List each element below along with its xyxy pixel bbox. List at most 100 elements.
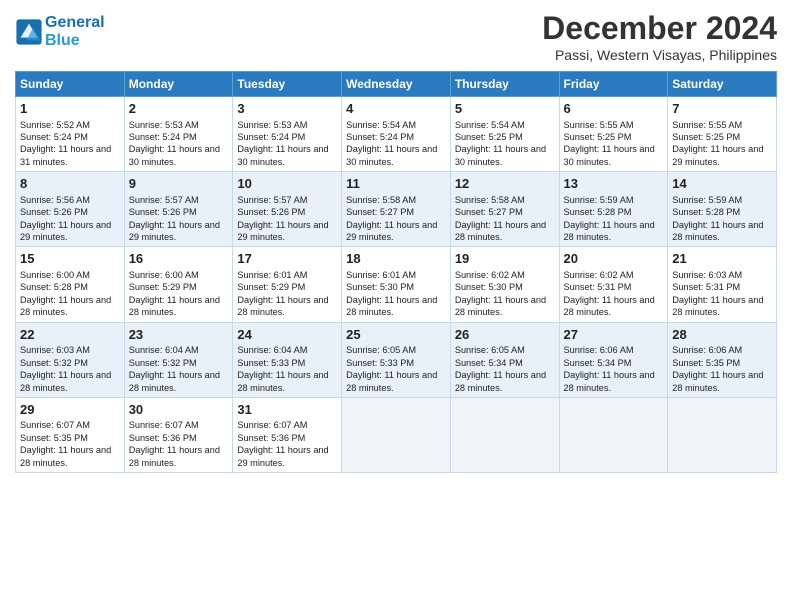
day-number: 14 [672,175,772,193]
sunrise: Sunrise: 6:06 AM [672,345,742,355]
calendar-cell: 9Sunrise: 5:57 AMSunset: 5:26 PMDaylight… [124,172,233,247]
calendar-cell: 25Sunrise: 6:05 AMSunset: 5:33 PMDayligh… [342,322,451,397]
calendar-cell: 31Sunrise: 6:07 AMSunset: 5:36 PMDayligh… [233,397,342,472]
daylight: Daylight: 11 hours and 29 minutes. [346,220,437,242]
calendar-body: 1 Sunrise: 5:52 AM Sunset: 5:24 PM Daylight… [16,97,777,473]
calendar-cell: 28Sunrise: 6:06 AMSunset: 5:35 PMDayligh… [668,322,777,397]
sunset: Sunset: 5:31 PM [672,282,740,292]
daylight: Daylight: 11 hours and 30 minutes. [564,144,655,166]
calendar-cell: 23Sunrise: 6:04 AMSunset: 5:32 PMDayligh… [124,322,233,397]
sunrise: Sunrise: 6:07 AM [237,420,307,430]
header-row: Sunday Monday Tuesday Wednesday Thursday… [16,72,777,97]
daylight: Daylight: 11 hours and 28 minutes. [672,295,763,317]
sunset: Sunset: 5:29 PM [129,282,197,292]
day-number: 20 [564,250,664,268]
daylight: Daylight: 11 hours and 28 minutes. [237,370,328,392]
logo-icon [15,18,43,46]
day-number: 7 [672,100,772,118]
sunset: Sunset: 5:27 PM [455,207,523,217]
sunrise: Sunrise: 6:05 AM [455,345,525,355]
month-title: December 2024 [542,10,777,47]
day-number: 9 [129,175,229,193]
sunset: Sunset: 5:24 PM [346,132,414,142]
sunrise: Sunrise: 5:59 AM [564,195,634,205]
day-number: 29 [20,401,120,419]
calendar-cell [450,397,559,472]
daylight: Daylight: 11 hours and 28 minutes. [237,295,328,317]
calendar-cell: 16Sunrise: 6:00 AMSunset: 5:29 PMDayligh… [124,247,233,322]
sunset: Sunset: 5:32 PM [20,358,88,368]
sunset: Sunset: 5:34 PM [455,358,523,368]
calendar-cell: 4 Sunrise: 5:54 AM Sunset: 5:24 PM Daylight… [342,97,451,172]
sunrise: Sunrise: 5:52 AM [20,120,90,130]
sunset: Sunset: 5:33 PM [237,358,305,368]
calendar-cell: 7Sunrise: 5:55 AMSunset: 5:25 PMDaylight… [668,97,777,172]
sunrise: Sunrise: 6:01 AM [237,270,307,280]
sunrise: Sunrise: 5:53 AM [129,120,199,130]
daylight: Daylight: 11 hours and 28 minutes. [20,295,111,317]
day-number: 19 [455,250,555,268]
sunset: Sunset: 5:24 PM [20,132,88,142]
sunset: Sunset: 5:29 PM [237,282,305,292]
daylight: Daylight: 11 hours and 30 minutes. [346,144,437,166]
calendar-cell: 20Sunrise: 6:02 AMSunset: 5:31 PMDayligh… [559,247,668,322]
daylight: Daylight: 11 hours and 28 minutes. [455,220,546,242]
calendar-cell: 3Sunrise: 5:53 AMSunset: 5:24 PMDaylight… [233,97,342,172]
day-number: 1 [20,100,120,118]
sunset: Sunset: 5:25 PM [564,132,632,142]
calendar-cell: 29Sunrise: 6:07 AMSunset: 5:35 PMDayligh… [16,397,125,472]
daylight: Daylight: 11 hours and 29 minutes. [672,144,763,166]
calendar-table: Sunday Monday Tuesday Wednesday Thursday… [15,71,777,473]
day-number: 31 [237,401,337,419]
calendar-cell: 13Sunrise: 5:59 AMSunset: 5:28 PMDayligh… [559,172,668,247]
daylight: Daylight: 11 hours and 28 minutes. [455,370,546,392]
col-sunday: Sunday [16,72,125,97]
daylight: Daylight: 11 hours and 29 minutes. [20,220,111,242]
daylight: Daylight: 11 hours and 28 minutes. [564,220,655,242]
location-title: Passi, Western Visayas, Philippines [542,47,777,63]
day-number: 5 [455,100,555,118]
calendar-cell: 11Sunrise: 5:58 AMSunset: 5:27 PMDayligh… [342,172,451,247]
daylight: Daylight: 11 hours and 31 minutes. [20,144,111,166]
day-number: 8 [20,175,120,193]
sunset: Sunset: 5:24 PM [237,132,305,142]
day-number: 13 [564,175,664,193]
sunrise: Sunrise: 6:00 AM [129,270,199,280]
calendar-cell: 21Sunrise: 6:03 AMSunset: 5:31 PMDayligh… [668,247,777,322]
sunset: Sunset: 5:35 PM [672,358,740,368]
day-number: 18 [346,250,446,268]
day-number: 15 [20,250,120,268]
calendar-cell: 22Sunrise: 6:03 AMSunset: 5:32 PMDayligh… [16,322,125,397]
sunrise: Sunrise: 5:54 AM [346,120,416,130]
daylight: Daylight: 11 hours and 28 minutes. [129,295,220,317]
day-number: 22 [20,326,120,344]
sunset: Sunset: 5:33 PM [346,358,414,368]
title-block: December 2024 Passi, Western Visayas, Ph… [542,10,777,63]
daylight: Daylight: 11 hours and 28 minutes. [564,295,655,317]
daylight: Daylight: 11 hours and 28 minutes. [20,445,111,467]
day-number: 4 [346,100,446,118]
col-wednesday: Wednesday [342,72,451,97]
sunrise: Sunrise: 5:56 AM [20,195,90,205]
col-friday: Friday [559,72,668,97]
calendar-cell: 24Sunrise: 6:04 AMSunset: 5:33 PMDayligh… [233,322,342,397]
sunset: Sunset: 5:31 PM [564,282,632,292]
sunrise: Sunrise: 6:07 AM [129,420,199,430]
calendar-cell [559,397,668,472]
sunrise: Sunrise: 6:04 AM [129,345,199,355]
calendar-cell: 8Sunrise: 5:56 AMSunset: 5:26 PMDaylight… [16,172,125,247]
sunrise: Sunrise: 5:59 AM [672,195,742,205]
daylight: Daylight: 11 hours and 29 minutes. [129,220,220,242]
calendar-cell: 12Sunrise: 5:58 AMSunset: 5:27 PMDayligh… [450,172,559,247]
day-number: 6 [564,100,664,118]
calendar-cell: 30Sunrise: 6:07 AMSunset: 5:36 PMDayligh… [124,397,233,472]
day-number: 30 [129,401,229,419]
sunrise: Sunrise: 6:07 AM [20,420,90,430]
sunset: Sunset: 5:30 PM [455,282,523,292]
sunset: Sunset: 5:30 PM [346,282,414,292]
sunset: Sunset: 5:36 PM [237,433,305,443]
sunrise: Sunrise: 6:03 AM [20,345,90,355]
sunset: Sunset: 5:28 PM [20,282,88,292]
daylight: Daylight: 11 hours and 28 minutes. [346,370,437,392]
sunrise: Sunrise: 6:00 AM [20,270,90,280]
